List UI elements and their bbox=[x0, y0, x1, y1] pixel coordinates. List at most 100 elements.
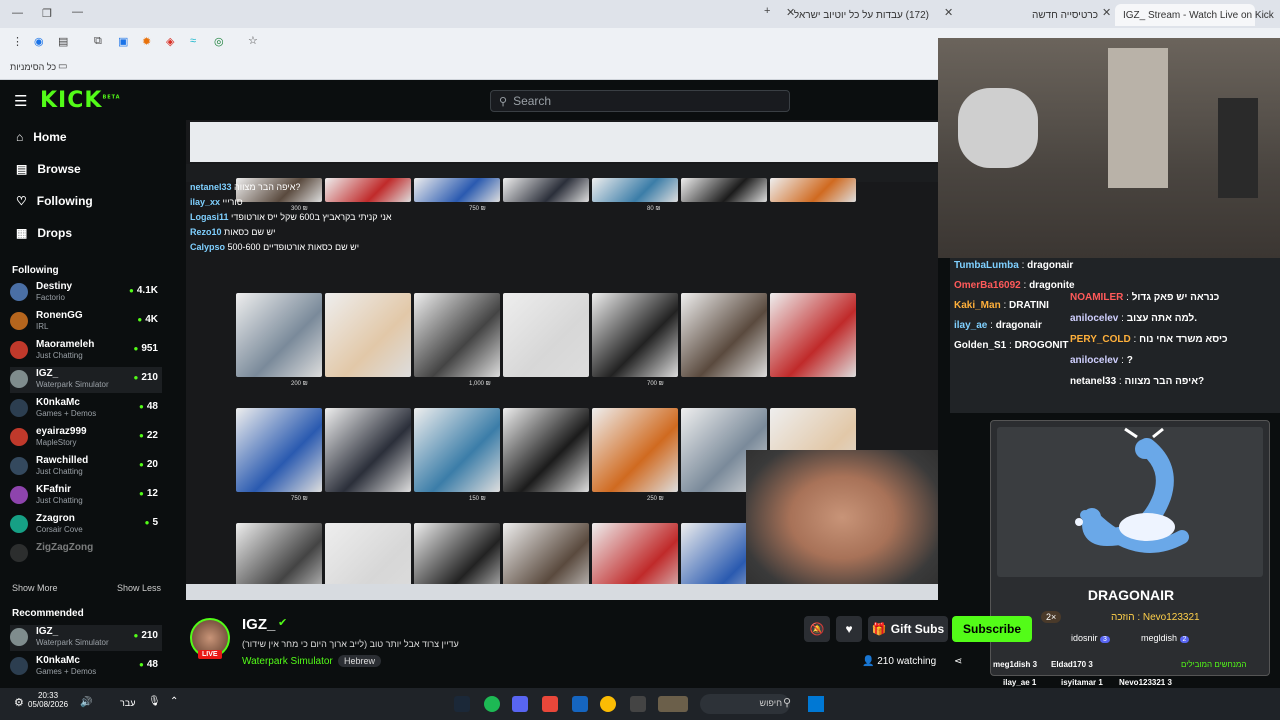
tab-youtube[interactable]: (172) עבדות על כל יוטיוב ישראל bbox=[794, 4, 935, 26]
following-heading: Following bbox=[12, 265, 59, 276]
stream-category[interactable]: Waterpark Simulator bbox=[242, 656, 333, 667]
channel-category: Corsair Cove bbox=[36, 525, 83, 534]
channel-name: K0nkaMc bbox=[36, 397, 80, 408]
stream-video-player[interactable]: 300 ₪ 750 ₪ 80 ₪ 200 ₪ 1,000 ₪ 700 ₪ 750 ₪ 150 … bbox=[186, 120, 938, 600]
volume-icon[interactable]: 🔊 bbox=[80, 697, 92, 708]
language-tag[interactable]: Hebrew bbox=[338, 655, 382, 667]
search-input[interactable]: ⚲ Search bbox=[490, 90, 790, 112]
overlay-chat-message: netanel33 איפה הבר מצווה? bbox=[190, 182, 301, 192]
nav-drops[interactable]: ▦ Drops bbox=[16, 226, 72, 240]
all-bookmarks-link[interactable]: כל הסימניות bbox=[10, 62, 56, 72]
extension-icon[interactable]: ◉ bbox=[34, 35, 44, 48]
winner-entry: isyitamar 1 bbox=[1061, 678, 1103, 687]
winners-list: meg1dish 3 Eldad170 3 ilay_ae 1 isyitamar 1… bbox=[993, 660, 1261, 688]
top-winner: megldish 2 bbox=[1141, 633, 1190, 643]
sidebar-channel-zzagron[interactable]: ZzagronCorsair Cove 5 bbox=[10, 512, 162, 538]
winner-entry: Eldad170 3 bbox=[1051, 660, 1093, 669]
kick-header bbox=[0, 80, 940, 120]
show-more-link[interactable]: Show More bbox=[12, 583, 58, 593]
channel-category: Just Chatting bbox=[36, 496, 83, 505]
chrome-icon[interactable] bbox=[600, 696, 616, 712]
recommended-channel-k0nkamc[interactable]: K0nkaMcGames + Demos 48 bbox=[10, 654, 162, 680]
listing-thumbnail bbox=[592, 408, 678, 492]
clock[interactable]: 20:33 05/08/2026 bbox=[28, 691, 68, 709]
listing-thumbnail bbox=[414, 293, 500, 377]
listing-price: 80 ₪ bbox=[647, 206, 661, 212]
listing-thumbnail bbox=[681, 178, 767, 202]
app-thumbnail-icon[interactable] bbox=[658, 696, 688, 712]
discord-icon[interactable] bbox=[512, 696, 528, 712]
listing-price: 250 ₪ bbox=[647, 496, 664, 502]
extension-icon[interactable]: ▣ bbox=[118, 35, 128, 48]
subscribe-button[interactable]: Subscribe bbox=[952, 616, 1032, 642]
viewer-count: 951 bbox=[133, 343, 158, 354]
hamburger-menu-icon[interactable]: ☰ bbox=[14, 92, 27, 110]
gift-subs-button[interactable]: 🎁 Gift Subs bbox=[868, 616, 948, 642]
restore-icon[interactable]: ❐ bbox=[42, 7, 52, 20]
sidebar-channel-destiny[interactable]: DestinyFactorio 4.1K bbox=[10, 280, 162, 306]
tray-chevron-icon[interactable]: ⌃ bbox=[170, 696, 178, 707]
notification-icon[interactable]: ⚙ bbox=[14, 696, 24, 709]
nav-home[interactable]: ⌂ Home bbox=[16, 130, 67, 144]
sidebar-channel-maorameleh[interactable]: MaoramelehJust Chatting 951 bbox=[10, 338, 162, 364]
nav-browse[interactable]: ▤ Browse bbox=[16, 162, 81, 176]
cam-chat-message: netanel33 : איפה הבר מצווה? bbox=[1070, 376, 1205, 387]
close-tab-icon[interactable]: ✕ bbox=[1102, 6, 1111, 19]
new-tab-icon[interactable]: + bbox=[764, 5, 770, 17]
avatar bbox=[10, 457, 28, 475]
extension-icon[interactable]: ⧉ bbox=[94, 35, 102, 48]
kick-logo[interactable]: KICKBETA bbox=[40, 88, 121, 113]
captured-taskbar bbox=[186, 584, 938, 600]
share-icon[interactable]: ⋖ bbox=[954, 656, 962, 667]
windows-start-icon[interactable] bbox=[808, 696, 824, 712]
beta-badge: BETA bbox=[102, 94, 121, 101]
sidebar-channel-k0nkamc[interactable]: K0nkaMcGames + Demos 48 bbox=[10, 396, 162, 422]
follow-button[interactable]: ♥ bbox=[836, 616, 862, 642]
viewer-count: 4.1K bbox=[129, 285, 158, 296]
show-less-link[interactable]: Show Less bbox=[117, 583, 161, 593]
file-icon[interactable] bbox=[572, 696, 588, 712]
cam-chat-message: NOAMILER : כנראה יש פאק גדול bbox=[1070, 292, 1220, 303]
channel-info: LIVE IGZ_ ✔ עדיין צרוד אבל יותר טוב (ליי… bbox=[186, 610, 962, 688]
extension-icon[interactable]: ≈ bbox=[190, 35, 196, 47]
sidebar-channel-zigzagzong[interactable]: ZigZagZong bbox=[10, 541, 162, 567]
tab-kick-active[interactable]: IGZ_ Stream - Watch Live on Kick bbox=[1115, 4, 1274, 26]
captured-browser-chrome bbox=[190, 122, 938, 162]
app-icon[interactable] bbox=[542, 696, 558, 712]
tab-label: IGZ_ Stream - Watch Live on Kick bbox=[1123, 9, 1274, 21]
taskbar-search[interactable]: חיפוש bbox=[700, 694, 790, 714]
close-window-icon[interactable]: — bbox=[72, 6, 83, 18]
stream-title: עדיין צרוד אבל יותר טוב (לייב ארוך היום … bbox=[242, 639, 459, 649]
extension-icon[interactable]: ◈ bbox=[166, 35, 174, 48]
channel-category: IRL bbox=[36, 322, 49, 331]
steam-icon[interactable] bbox=[454, 696, 470, 712]
sidebar-channel-rawchilled[interactable]: RawchilledJust Chatting 20 bbox=[10, 454, 162, 480]
avatar bbox=[10, 544, 28, 562]
nav-following[interactable]: ♡ Following bbox=[16, 194, 93, 208]
pokemon-name: DRAGONAIR bbox=[1087, 587, 1175, 603]
sidebar-channel-ronengg[interactable]: RonenGGIRL 4K bbox=[10, 309, 162, 335]
mic-icon[interactable]: 🎙 bbox=[148, 696, 161, 707]
extension-icon[interactable]: ✹ bbox=[142, 35, 151, 48]
recommended-channel-igz_[interactable]: IGZ_Waterpark Simulator 210 bbox=[10, 625, 162, 651]
extension-icon[interactable]: ▤ bbox=[58, 35, 68, 48]
sidebar-channel-kfafnir[interactable]: KFafnirJust Chatting 12 bbox=[10, 483, 162, 509]
listing-price: 700 ₪ bbox=[647, 381, 664, 387]
input-language[interactable]: עבר bbox=[120, 698, 135, 708]
sidebar-channel-igz_[interactable]: IGZ_Waterpark Simulator 210 bbox=[10, 367, 162, 393]
menu-dots-icon[interactable]: ⋮ bbox=[12, 35, 23, 48]
bookmark-star-icon[interactable]: ☆ bbox=[248, 34, 258, 47]
app-icon[interactable] bbox=[630, 696, 646, 712]
minimize-icon[interactable]: — bbox=[12, 7, 23, 19]
overlay-chat-message: Calypso יש שם כסאות אורטופדיים 500-600 bbox=[190, 242, 360, 252]
viewer-count: 210 bbox=[133, 372, 158, 383]
close-tab-icon[interactable]: ✕ bbox=[944, 6, 953, 19]
spotify-icon[interactable] bbox=[484, 696, 500, 712]
sidebar-channel-eyairaz999[interactable]: eyairaz999MapleStory 22 bbox=[10, 425, 162, 451]
viewer-count: 12 bbox=[139, 488, 158, 499]
mute-notifications-button[interactable]: 🔕 bbox=[804, 616, 830, 642]
listing-thumbnail bbox=[681, 293, 767, 377]
tab-new[interactable]: כרטיסייה חדשה bbox=[958, 4, 1098, 26]
extension-icon[interactable]: ◎ bbox=[214, 35, 224, 48]
channel-name[interactable]: IGZ_ bbox=[242, 616, 275, 633]
